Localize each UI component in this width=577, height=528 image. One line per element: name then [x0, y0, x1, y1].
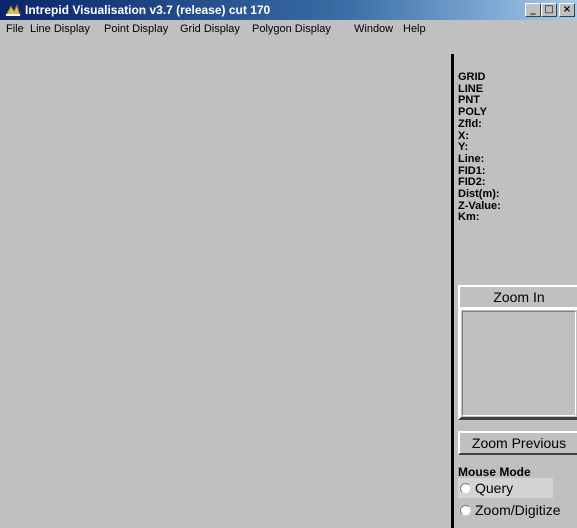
mouse-mode-label: Mouse Mode: [458, 465, 531, 479]
zoom-previous-button[interactable]: Zoom Previous: [458, 431, 577, 455]
radio-query-label[interactable]: Query: [475, 479, 513, 497]
radio-circle-icon[interactable]: [460, 505, 471, 516]
info-readout-panel: GRID LINE PNT POLY Zfld: X: Y: Line: FID…: [458, 71, 577, 224]
menu-line-display[interactable]: Line Display: [30, 22, 90, 36]
info-distance: Dist(m):: [458, 188, 500, 201]
maximize-button[interactable]: □: [541, 3, 557, 17]
app-window: Intrepid Visualisation v3.7 (release) cu…: [0, 0, 577, 528]
radio-zoom-digitize-label[interactable]: Zoom/Digitize: [475, 501, 561, 519]
menu-window[interactable]: Window: [354, 22, 393, 36]
menu-bar: File Line Display Point Display Grid Dis…: [0, 20, 577, 38]
menu-file[interactable]: File: [6, 22, 24, 36]
zoom-in-button[interactable]: Zoom In: [458, 285, 577, 309]
menu-help[interactable]: Help: [403, 22, 426, 36]
info-grid: GRID: [458, 71, 486, 83]
menu-point-display[interactable]: Point Display: [104, 22, 168, 36]
panel-divider[interactable]: [451, 54, 454, 528]
info-zfld: Zfld:: [458, 117, 482, 130]
zoom-preview-box[interactable]: [458, 307, 577, 420]
info-line-number: Line:: [458, 152, 485, 165]
radio-query[interactable]: Query: [458, 478, 553, 498]
intrepid-app-icon: [5, 3, 21, 16]
menu-polygon-display[interactable]: Polygon Display: [252, 22, 331, 36]
close-button[interactable]: ×: [559, 3, 575, 17]
display-canvas[interactable]: [0, 38, 451, 528]
title-bar[interactable]: Intrepid Visualisation v3.7 (release) cu…: [0, 0, 577, 20]
info-km: Km:: [458, 211, 480, 224]
zoom-preview-inner: [462, 311, 576, 416]
info-x: X:: [458, 129, 469, 142]
window-title: Intrepid Visualisation v3.7 (release) cu…: [25, 3, 271, 17]
minimize-button[interactable]: _: [525, 3, 541, 17]
menu-grid-display[interactable]: Grid Display: [180, 22, 240, 36]
radio-circle-icon[interactable]: [460, 483, 471, 494]
